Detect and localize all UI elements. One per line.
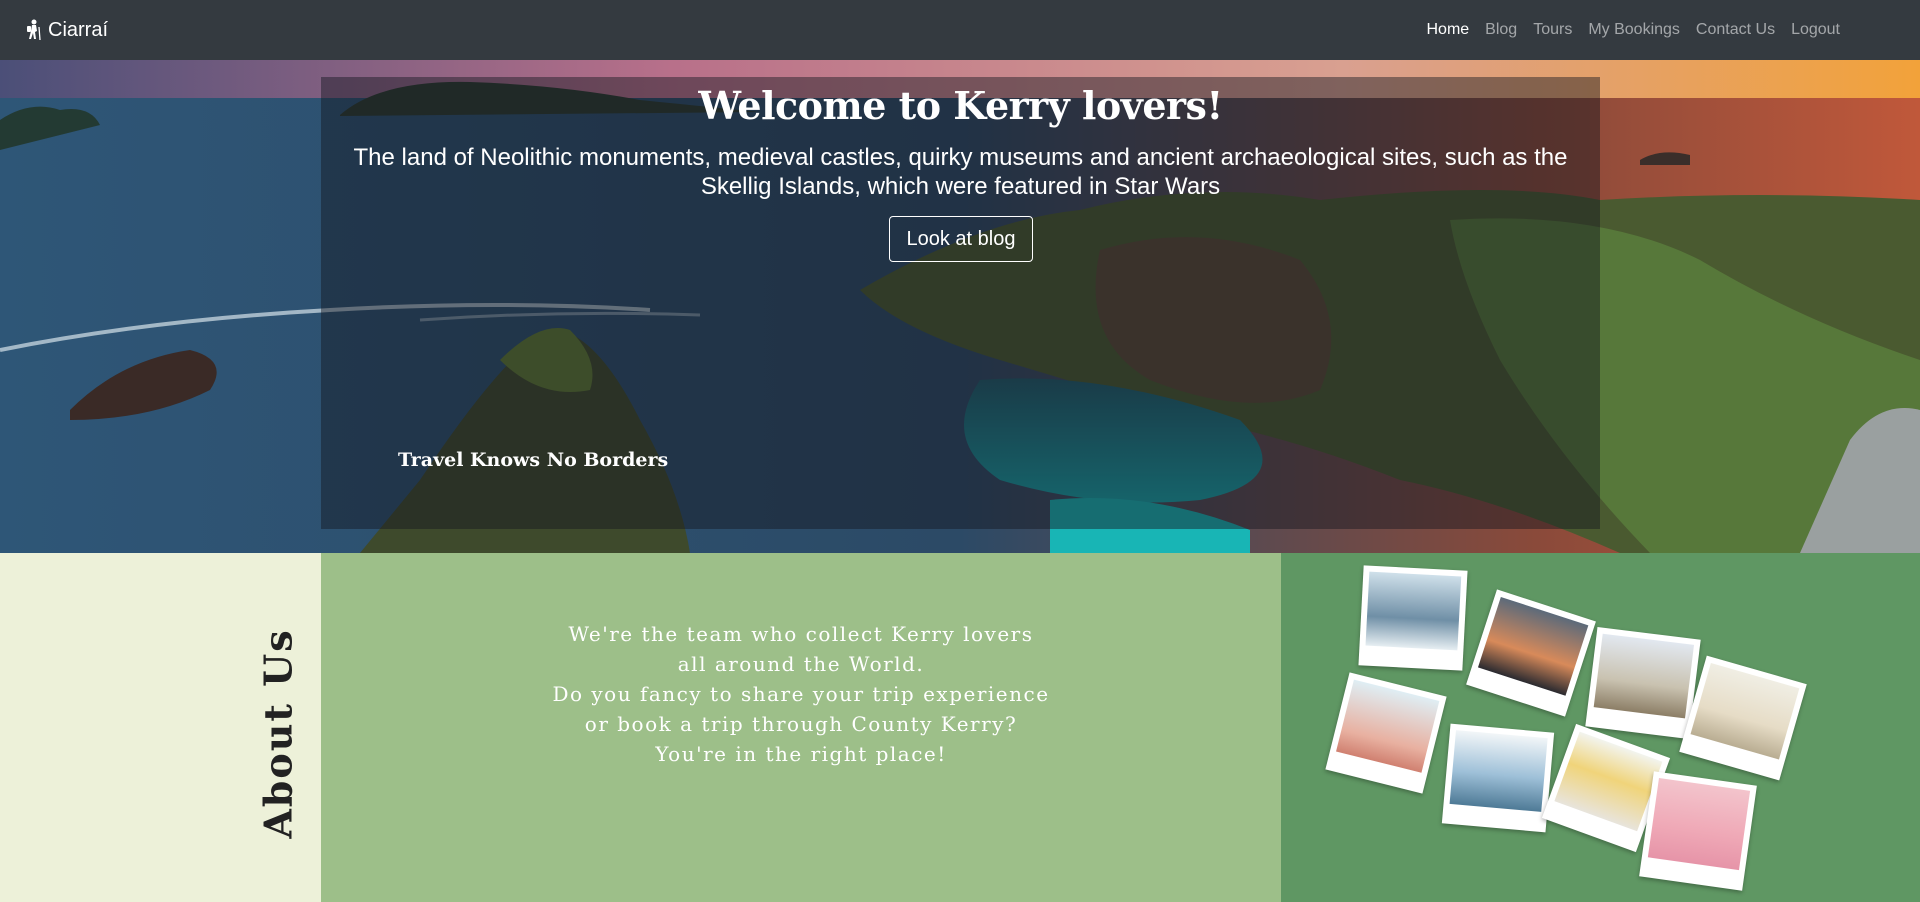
navbar: Ciarraí Home Blog Tours My Bookings Cont…: [0, 0, 1920, 60]
about-line: all around the World.: [677, 652, 925, 676]
about-line: Do you fancy to share your trip experien…: [552, 682, 1050, 706]
polaroid-photo: [1639, 771, 1757, 891]
polaroid-photo: [1585, 627, 1701, 739]
about-section: About Us We're the team who collect Kerr…: [0, 553, 1920, 902]
polaroid-photo: [1466, 589, 1596, 717]
polaroid-photo: [1358, 565, 1468, 671]
brand[interactable]: Ciarraí: [24, 19, 108, 42]
nav-tours[interactable]: Tours: [1525, 0, 1580, 60]
hero-subtitle: The land of Neolithic monuments, medieva…: [341, 143, 1580, 201]
about-heading-text: About Us: [255, 627, 301, 839]
main-nav: Home Blog Tours My Bookings Contact Us L…: [1418, 0, 1848, 60]
about-line: or book a trip through County Kerry?: [584, 712, 1018, 736]
about-text-panel: We're the team who collect Kerry lovers …: [321, 553, 1281, 902]
brand-name: Ciarraí: [48, 18, 109, 41]
hero-subtitle-line: The land of Neolithic monuments, medieva…: [353, 144, 1568, 171]
polaroid-photo: [1441, 723, 1555, 833]
nav-home[interactable]: Home: [1418, 0, 1477, 60]
nav-logout[interactable]: Logout: [1783, 0, 1848, 60]
hero-overlay: Welcome to Kerry lovers! The land of Neo…: [321, 77, 1600, 529]
hero-title: Welcome to Kerry lovers!: [698, 83, 1223, 128]
hero-subtitle-line: Skellig Islands, which were featured in …: [700, 173, 1221, 200]
nav-contact-us[interactable]: Contact Us: [1688, 0, 1783, 60]
polaroid-photo: [1325, 672, 1447, 794]
look-at-blog-button[interactable]: Look at blog: [889, 216, 1033, 262]
hiker-icon: [27, 19, 41, 41]
nav-blog[interactable]: Blog: [1477, 0, 1525, 60]
about-heading: About Us: [248, 628, 308, 838]
about-heading-panel: About Us: [0, 553, 321, 902]
about-line: We're the team who collect Kerry lovers: [568, 622, 1034, 646]
hero-caption: Travel Knows No Borders: [398, 449, 669, 471]
nav-my-bookings[interactable]: My Bookings: [1580, 0, 1688, 60]
about-line: You're in the right place!: [655, 742, 947, 766]
polaroid-photo: [1679, 655, 1807, 781]
polaroid-collage-image: [1281, 553, 1920, 902]
about-text: We're the team who collect Kerry lovers …: [321, 619, 1281, 769]
hero-banner: Welcome to Kerry lovers! The land of Neo…: [0, 60, 1920, 553]
